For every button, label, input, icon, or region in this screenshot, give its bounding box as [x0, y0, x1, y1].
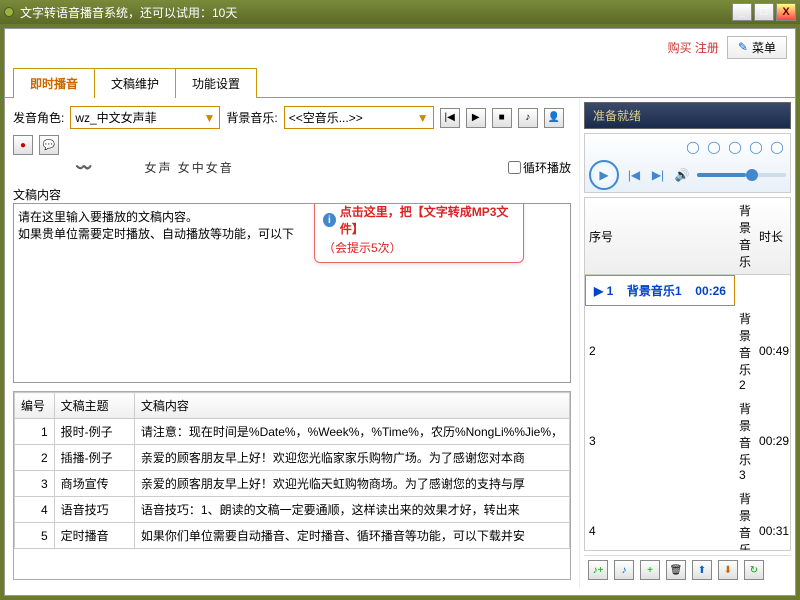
loop-checkbox[interactable]: 循环播放 [508, 159, 571, 176]
loop-input[interactable] [508, 161, 521, 174]
prev-button[interactable]: |◀ [440, 108, 460, 128]
tooltip-callout: i 点击这里，把【文字转成MP3文件】 （会提示5次） [314, 203, 524, 263]
volume-slider[interactable] [697, 173, 786, 177]
play-big-button[interactable]: ▶ [589, 160, 619, 190]
content-textarea[interactable]: 请在这里输入要播放的文稿内容。 如果贵单位需要定时播放、自动播放等功能，可以下 … [13, 203, 571, 383]
voice-value: wz_中文女声菲 [75, 109, 156, 126]
volume-icon[interactable]: 🔊 [673, 166, 691, 184]
close-button[interactable]: X [776, 3, 796, 21]
player-status: 准备就绪 [584, 102, 791, 129]
buy-register-link[interactable]: 购买 注册 [668, 39, 719, 56]
top-toolbar: 购买 注册 ✎ 菜单 [5, 29, 795, 65]
menu-label: 菜单 [752, 39, 776, 56]
record-button[interactable]: ● [13, 135, 33, 155]
move-down-button[interactable]: ⬇ [718, 560, 738, 580]
list-item[interactable]: 2背景音乐200:49 [585, 306, 791, 396]
table-row[interactable]: 4语音技巧语音技巧：1、朗读的文稿一定要通顺，这样读出来的效果才好，转出来 [15, 497, 570, 523]
titlebar: 文字转语音播音系统，还可以试用：10天 _ □ X [0, 0, 800, 24]
col-content[interactable]: 文稿内容 [134, 393, 569, 419]
list-item[interactable]: 4背景音乐400:31 [585, 486, 791, 551]
add-file-button[interactable]: + [640, 560, 660, 580]
player-mini-icon[interactable]: ◯ [705, 138, 723, 156]
delete-button[interactable]: 🗑 [666, 560, 686, 580]
mic-button[interactable]: 👤 [544, 108, 564, 128]
bgm-label: 背景音乐: [226, 109, 277, 126]
chat-button[interactable]: 💬 [39, 135, 59, 155]
bgm-value: <<空音乐...>> [289, 109, 363, 126]
chevron-down-icon: ▼ [417, 111, 429, 125]
voice-hint: 女声 女中女音 [144, 159, 233, 176]
table-row[interactable]: 3商场宣传亲爱的顾客朋友早上好！欢迎光临天虹购物商场。为了感谢您的支持与厚 [15, 471, 570, 497]
table-row[interactable]: 1报时-例子请注意：现在时间是%Date%，%Week%，%Time%，农历%N… [15, 419, 570, 445]
menu-button[interactable]: ✎ 菜单 [727, 36, 787, 59]
audio-player: ◯ ◯ ◯ ◯ ◯ ▶ |◀ ▶| 🔊 [584, 133, 791, 193]
skip-back-button[interactable]: |◀ [625, 166, 643, 184]
refresh-button[interactable]: ↻ [744, 560, 764, 580]
scripts-table: 编号 文稿主题 文稿内容 1报时-例子请注意：现在时间是%Date%，%Week… [13, 391, 571, 580]
table-row[interactable]: 5定时播音如果你们单位需要自动播音、定时播音、循环播音等功能，可以下载并安 [15, 523, 570, 549]
tab-script-maintain[interactable]: 文稿维护 [94, 68, 176, 98]
maximize-button[interactable]: □ [754, 3, 774, 21]
skip-fwd-button[interactable]: ▶| [649, 166, 667, 184]
player-mini-icon[interactable]: ◯ [684, 138, 702, 156]
table-row[interactable]: 2插播-例子亲爱的顾客朋友早上好！欢迎您光临家家乐购物广场。为了感谢您对本商 [15, 445, 570, 471]
player-mini-icon[interactable]: ◯ [726, 138, 744, 156]
list-item[interactable]: 3背景音乐300:29 [585, 396, 791, 486]
pl-col-num[interactable]: 序号 [585, 198, 735, 275]
play-button[interactable]: ▶ [466, 108, 486, 128]
col-number[interactable]: 编号 [15, 393, 55, 419]
loop-label: 循环播放 [523, 159, 571, 176]
voice-label: 发音角色: [13, 109, 64, 126]
add-music2-button[interactable]: ♪ [614, 560, 634, 580]
tabs: 即时播音 文稿维护 功能设置 [5, 67, 795, 98]
content-label: 文稿内容 [13, 186, 571, 203]
minimize-button[interactable]: _ [732, 3, 752, 21]
pen-icon: ✎ [738, 40, 748, 54]
callout-line2: （会提示5次） [323, 239, 515, 256]
info-icon: i [323, 213, 336, 227]
playlist: 序号 背景音乐 时长 ▶ 1背景音乐100:262背景音乐200:493背景音乐… [584, 197, 791, 551]
app-icon [4, 7, 14, 17]
pl-col-name[interactable]: 背景音乐 [735, 198, 755, 275]
add-music-button[interactable]: ♪+ [588, 560, 608, 580]
playlist-toolbar: ♪+ ♪ + 🗑 ⬆ ⬇ ↻ [584, 555, 791, 584]
mouth-icon: 〰️ [75, 159, 92, 176]
pl-col-dur[interactable]: 时长 [755, 198, 791, 275]
stop-button[interactable]: ■ [492, 108, 512, 128]
tab-settings[interactable]: 功能设置 [175, 68, 257, 98]
move-up-button[interactable]: ⬆ [692, 560, 712, 580]
bgm-select[interactable]: <<空音乐...>> ▼ [284, 106, 434, 129]
list-item[interactable]: ▶ 1背景音乐100:26 [585, 275, 735, 306]
player-mini-icon[interactable]: ◯ [747, 138, 765, 156]
voice-select[interactable]: wz_中文女声菲 ▼ [70, 106, 220, 129]
chevron-down-icon: ▼ [203, 111, 215, 125]
note-button[interactable]: ♪ [518, 108, 538, 128]
tab-instant-broadcast[interactable]: 即时播音 [13, 68, 95, 98]
player-mini-icon[interactable]: ◯ [768, 138, 786, 156]
window-title: 文字转语音播音系统，还可以试用：10天 [20, 4, 732, 21]
col-topic[interactable]: 文稿主题 [54, 393, 134, 419]
callout-line1: 点击这里，把【文字转成MP3文件】 [340, 203, 515, 237]
